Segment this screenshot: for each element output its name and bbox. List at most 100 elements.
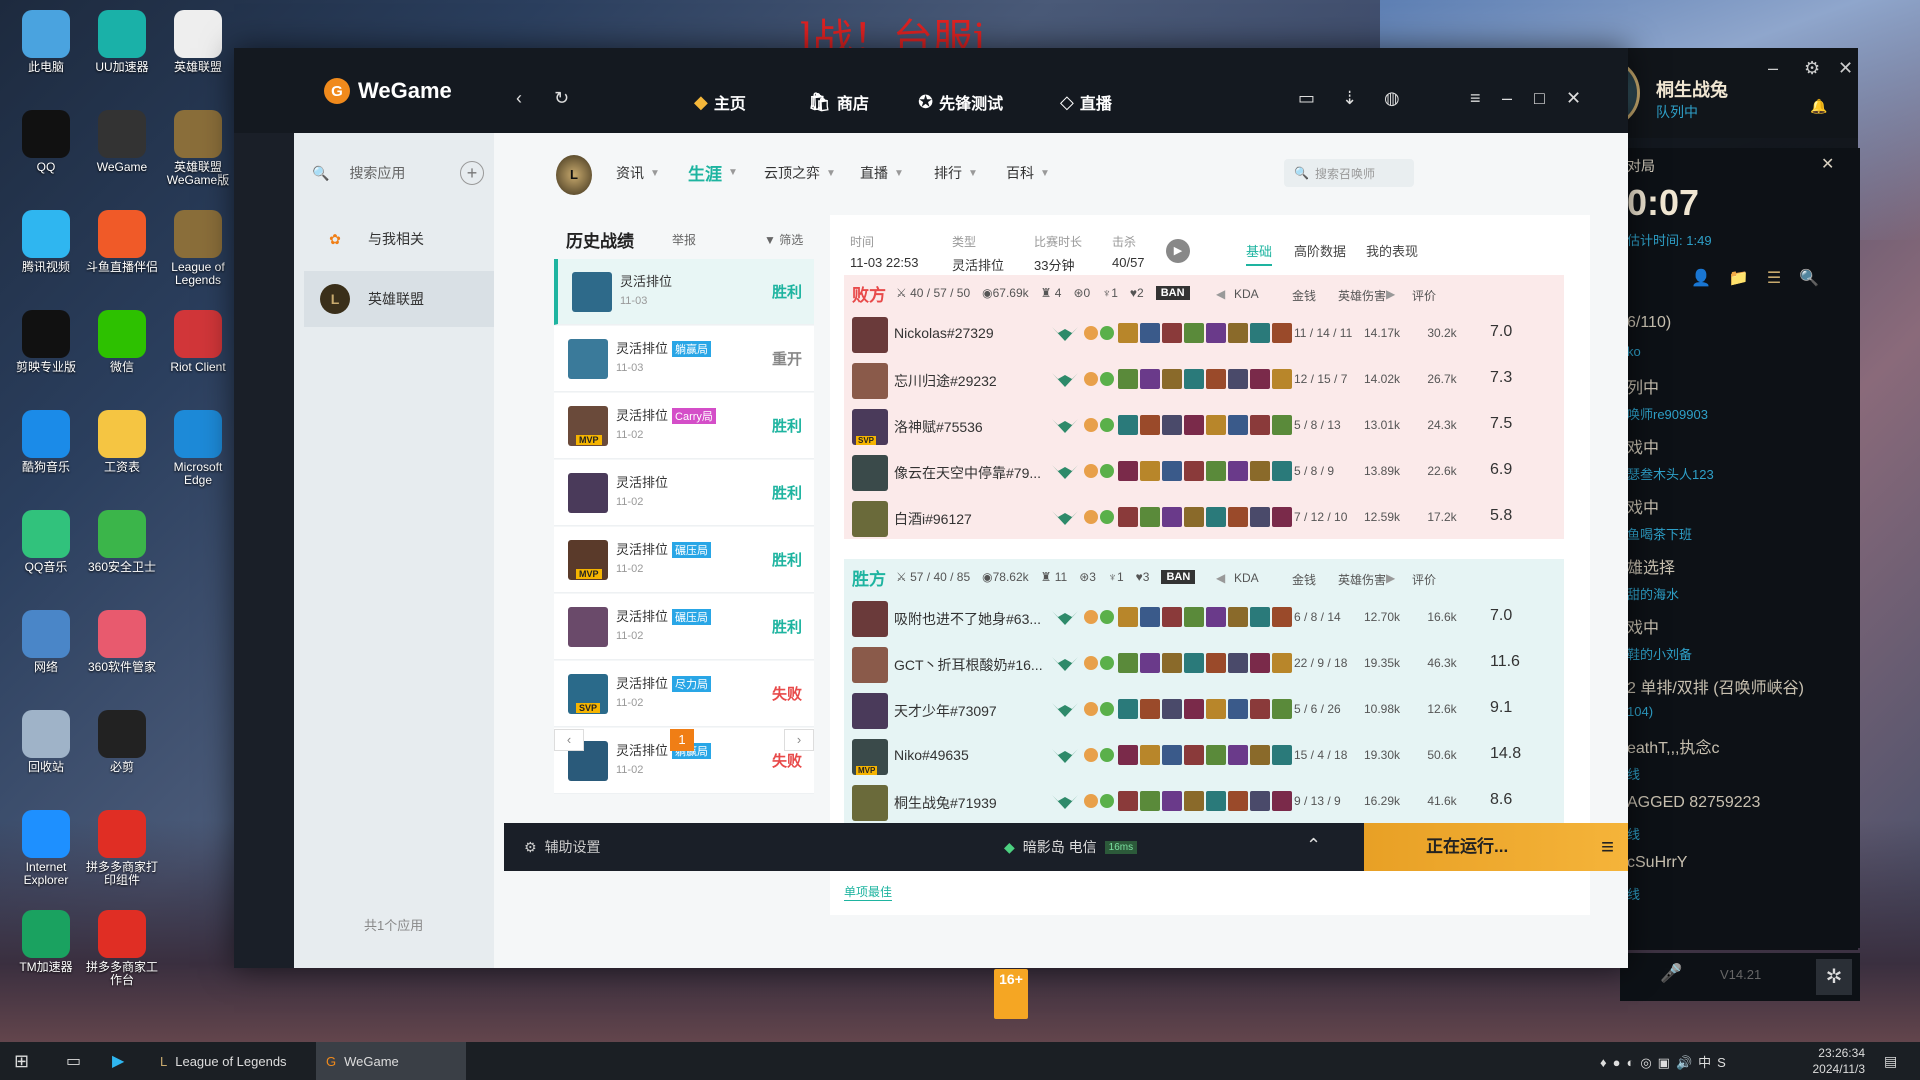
assist-settings-button[interactable]: ⚙ 辅助设置: [524, 837, 601, 857]
chevron-left-icon[interactable]: ◀: [1216, 571, 1225, 585]
social-toolbar-icons[interactable]: 👤📁☰🔍: [1691, 268, 1837, 288]
sidebar-item-related[interactable]: ✿ 与我相关: [304, 211, 494, 267]
desktop-icon[interactable]: 回收站: [8, 710, 84, 774]
friend-list-entry[interactable]: 甜的海水: [1627, 584, 1679, 603]
desktop-icon[interactable]: 必剪: [84, 710, 160, 774]
close-icon[interactable]: ✕: [1566, 88, 1581, 109]
filter-button[interactable]: ▼ 筛选: [764, 231, 803, 248]
friend-list-entry[interactable]: 线: [1627, 884, 1640, 903]
player-name[interactable]: GCT丶折耳根酸奶#16...: [894, 655, 1044, 675]
player-row[interactable]: 白酒i#96127 7 / 12 / 10 12.59k 17.2k 5.8: [844, 495, 1564, 541]
match-row[interactable]: 灵活排位 11-02 胜利: [554, 460, 814, 526]
match-row[interactable]: 灵活排位 11-03 胜利: [554, 259, 814, 325]
player-row[interactable]: Nickolas#27329 11 / 14 / 11 14.17k 30.2k 7.0: [844, 311, 1564, 357]
nav-live[interactable]: ◇ 直播: [1060, 90, 1112, 114]
player-name[interactable]: 像云在天空中停靠#79...: [894, 463, 1044, 483]
desktop-icon[interactable]: 斗鱼直播伴侣: [84, 210, 160, 274]
prev-page-button[interactable]: ‹: [554, 729, 584, 751]
desktop-icon[interactable]: 360软件管家: [84, 610, 160, 674]
player-name[interactable]: Nickolas#27329: [894, 325, 1044, 341]
start-icon[interactable]: ⊞: [14, 1042, 29, 1080]
taskbar-item-lol[interactable]: L League of Legends: [160, 1042, 287, 1080]
friend-list-entry[interactable]: 线: [1627, 824, 1640, 843]
menu-icon[interactable]: ≡: [1470, 88, 1481, 109]
friend-list-entry[interactable]: ko: [1627, 344, 1641, 359]
desktop-icon[interactable]: Microsoft Edge: [160, 410, 236, 487]
nav-store[interactable]: 🛍 商店: [808, 90, 869, 114]
microphone-icon[interactable]: 🎤: [1660, 963, 1682, 984]
minimize-icon[interactable]: –: [1502, 88, 1512, 109]
download-icon[interactable]: ⇣: [1342, 88, 1357, 109]
friend-list-entry[interactable]: 瑟叁木头人123: [1627, 464, 1714, 483]
desktop-icon[interactable]: WeGame: [84, 110, 160, 174]
folder-icon[interactable]: ▭: [1298, 88, 1315, 109]
settings-icon[interactable]: ✲: [1816, 959, 1852, 995]
desktop-icon[interactable]: 英雄联盟: [160, 10, 236, 74]
desktop-icon[interactable]: 拼多多商家工作台: [84, 910, 160, 987]
refresh-icon[interactable]: ↻: [554, 88, 569, 109]
chevron-right-icon[interactable]: ▶: [1386, 287, 1395, 301]
system-tray-icons[interactable]: ♦●◐◎▣🔊中S: [1600, 1042, 1732, 1080]
replay-play-icon[interactable]: ▶: [1166, 239, 1190, 263]
friend-list-entry[interactable]: 雄选择: [1627, 554, 1675, 578]
player-name[interactable]: Niko#49635: [894, 747, 1044, 763]
player-row[interactable]: 像云在天空中停靠#79... 5 / 8 / 9 13.89k 22.6k 6.9: [844, 449, 1564, 495]
desktop-icon[interactable]: QQ: [8, 110, 84, 174]
player-row[interactable]: 天才少年#73097 5 / 6 / 26 10.98k 12.6k 9.1: [844, 687, 1564, 733]
tab-live[interactable]: 直播 ▼: [860, 163, 904, 183]
friend-list-entry[interactable]: 鱼喝茶下班: [1627, 524, 1692, 543]
friend-list-entry[interactable]: 列中: [1627, 374, 1659, 398]
desktop-icon[interactable]: 英雄联盟WeGame版: [160, 110, 236, 187]
player-row[interactable]: MVP Niko#49635 15 / 4 / 18 19.30k 50.6k 14.8: [844, 733, 1564, 779]
friend-list-entry[interactable]: cSuHrrY: [1627, 854, 1687, 872]
nav-pioneer-test[interactable]: ✪ 先锋测试: [918, 90, 1003, 114]
close-icon[interactable]: ✕: [1821, 154, 1834, 174]
close-icon[interactable]: ✕: [1838, 58, 1853, 79]
friend-list-entry[interactable]: 戏中: [1627, 614, 1659, 638]
match-row[interactable]: MVP 灵活排位 Carry局 11-02 胜利: [554, 393, 814, 459]
chevron-up-icon[interactable]: ⌃: [1306, 835, 1321, 856]
desktop-icon[interactable]: 剪映专业版: [8, 310, 84, 374]
player-row[interactable]: 吸附也进不了她身#63... 6 / 8 / 14 12.70k 16.6k 7.0: [844, 595, 1564, 641]
player-name[interactable]: 白酒i#96127: [894, 509, 1044, 529]
chevron-left-icon[interactable]: ◀: [1216, 287, 1225, 301]
friend-list-entry[interactable]: 鞋的小刘备: [1627, 644, 1692, 663]
player-name[interactable]: 忘川归途#29232: [894, 371, 1044, 391]
globe-icon[interactable]: ◍: [1384, 88, 1400, 109]
tab-advanced[interactable]: 高阶数据: [1294, 241, 1346, 260]
maximize-icon[interactable]: □: [1534, 88, 1545, 109]
player-name[interactable]: 洛神赋#75536: [894, 417, 1044, 437]
report-button[interactable]: 举报: [672, 231, 696, 248]
best-stats-link[interactable]: 单项最佳: [844, 883, 893, 901]
friend-list-entry[interactable]: 104): [1627, 704, 1653, 719]
player-row[interactable]: 忘川归途#29232 12 / 15 / 7 14.02k 26.7k 7.3: [844, 357, 1564, 403]
player-row[interactable]: SVP 洛神赋#75536 5 / 8 / 13 13.01k 24.3k 7.5: [844, 403, 1564, 449]
desktop-icon[interactable]: 360安全卫士: [84, 510, 160, 574]
explorer-icon[interactable]: ▭: [66, 1042, 81, 1080]
minimize-icon[interactable]: –: [1768, 58, 1778, 79]
match-row[interactable]: 灵活排位 碾压局 11-02 胜利: [554, 594, 814, 660]
friend-list-entry[interactable]: AGGED 82759223: [1627, 794, 1760, 812]
chevron-right-icon[interactable]: ▶: [1386, 571, 1395, 585]
menu-icon[interactable]: ≡: [1601, 823, 1614, 871]
desktop-icon[interactable]: 微信: [84, 310, 160, 374]
sidebar-item-lol[interactable]: L 英雄联盟: [304, 271, 494, 327]
desktop-icon[interactable]: 网络: [8, 610, 84, 674]
desktop-icon[interactable]: Riot Client: [160, 310, 236, 374]
notification-icon[interactable]: ▤: [1884, 1042, 1897, 1080]
tab-news[interactable]: 资讯 ▼: [616, 163, 660, 183]
ban-button[interactable]: BAN: [1161, 570, 1196, 584]
friend-list-entry[interactable]: 线: [1627, 764, 1640, 783]
friend-list-entry[interactable]: 唤师re909903: [1627, 404, 1708, 423]
desktop-icon[interactable]: League of Legends: [160, 210, 236, 287]
desktop-icon[interactable]: TM加速器: [8, 910, 84, 974]
summoner-search[interactable]: 🔍 搜索召唤师: [1284, 159, 1414, 187]
player-row[interactable]: 桐生战兔#71939 9 / 13 / 9 16.29k 41.6k 8.6: [844, 779, 1564, 825]
next-page-button[interactable]: ›: [784, 729, 814, 751]
friend-list-entry[interactable]: 戏中: [1627, 494, 1659, 518]
friend-list-entry[interactable]: eathT,,,执念c: [1627, 734, 1719, 758]
desktop-icon[interactable]: QQ音乐: [8, 510, 84, 574]
tab-wiki[interactable]: 百科 ▼: [1006, 163, 1050, 183]
match-row[interactable]: 灵活排位 躺赢局 11-03 重开: [554, 326, 814, 392]
current-page[interactable]: 1: [670, 729, 694, 751]
